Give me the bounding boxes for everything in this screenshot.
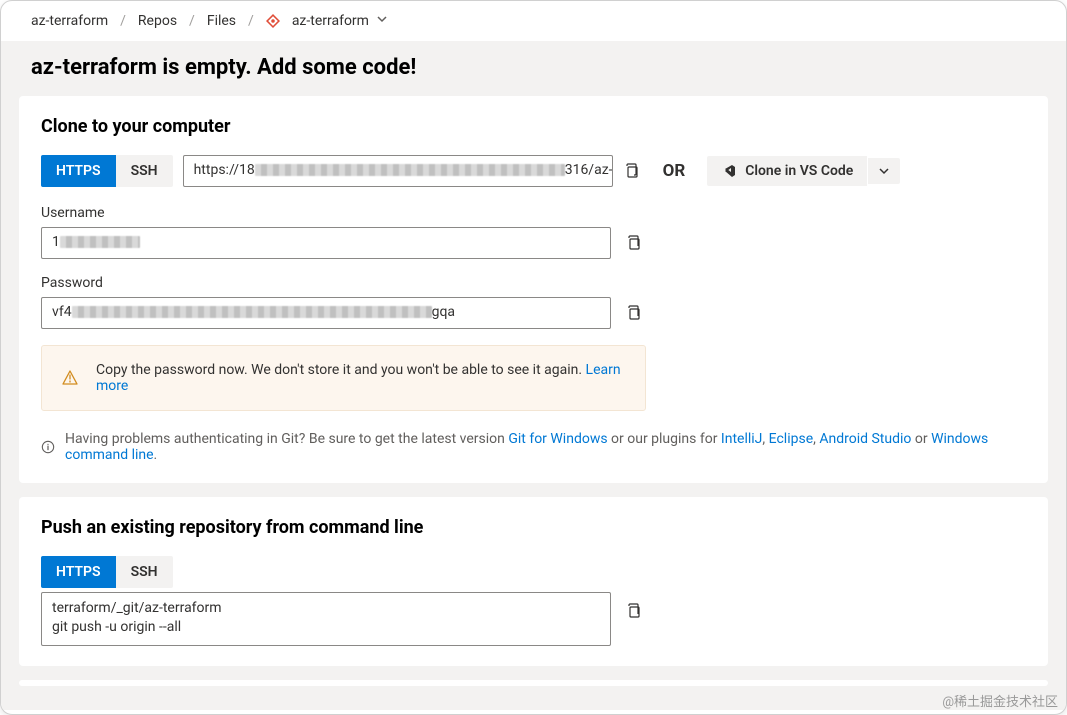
copy-commands-button[interactable] (625, 602, 643, 620)
password-label: Password (41, 275, 1026, 291)
or-divider: OR (663, 161, 686, 181)
clone-vscode-button[interactable]: Clone in VS Code (707, 156, 867, 186)
vscode-icon (721, 163, 737, 179)
breadcrumb-separator: / (248, 13, 254, 29)
username-input[interactable]: 1 (41, 227, 611, 259)
tab-https[interactable]: HTTPS (41, 155, 116, 187)
copy-password-button[interactable] (625, 304, 643, 322)
breadcrumb-repo-label: az-terraform (292, 13, 369, 29)
copy-username-button[interactable] (625, 234, 643, 252)
repo-icon (266, 14, 280, 28)
breadcrumb: az-terraform / Repos / Files / az-terraf… (1, 1, 1066, 41)
clone-vscode-splitbutton: Clone in VS Code (707, 156, 900, 186)
alert-text: Copy the password now. We don't store it… (96, 362, 625, 394)
tab-ssh[interactable]: SSH (116, 556, 173, 588)
breadcrumb-repos[interactable]: Repos (138, 13, 177, 29)
tab-https[interactable]: HTTPS (41, 556, 116, 588)
breadcrumb-project[interactable]: az-terraform (31, 13, 108, 29)
next-card-peek (19, 680, 1048, 686)
tab-ssh[interactable]: SSH (116, 155, 173, 187)
breadcrumb-separator: / (120, 13, 126, 29)
copy-url-button[interactable] (623, 162, 641, 180)
eclipse-link[interactable]: Eclipse (769, 431, 813, 447)
android-studio-link[interactable]: Android Studio (819, 431, 911, 447)
clone-url-input[interactable]: https://18316/az-terraforr (183, 155, 613, 187)
breadcrumb-separator: / (189, 13, 195, 29)
push-card-title: Push an existing repository from command… (41, 517, 1026, 538)
clone-card: Clone to your computer HTTPS SSH https:/… (19, 96, 1048, 483)
password-input[interactable]: vf4gqa (41, 297, 611, 329)
password-alert: Copy the password now. We don't store it… (41, 345, 646, 411)
clone-protocol-tabs: HTTPS SSH (41, 155, 173, 187)
push-protocol-tabs: HTTPS SSH (41, 556, 1026, 588)
intellij-link[interactable]: IntelliJ (721, 431, 762, 447)
clone-card-title: Clone to your computer (41, 116, 1026, 137)
git-windows-link[interactable]: Git for Windows (508, 431, 607, 447)
cmd-line: terraform/_git/az-terraform (52, 599, 600, 618)
watermark: @稀土掘金技术社区 (942, 691, 1058, 710)
redacted-text (255, 164, 565, 176)
clone-vscode-dropdown[interactable] (868, 158, 900, 184)
breadcrumb-repo-dropdown[interactable]: az-terraform (292, 13, 389, 29)
redacted-text (60, 236, 140, 248)
info-icon (41, 440, 55, 454)
auth-info-row: Having problems authenticating in Git? B… (41, 431, 1026, 463)
push-commands-box[interactable]: terraform/_git/az-terraform git push -u … (41, 592, 611, 646)
breadcrumb-files[interactable]: Files (207, 13, 236, 29)
push-card: Push an existing repository from command… (19, 497, 1048, 666)
clone-vscode-label: Clone in VS Code (745, 163, 853, 179)
chevron-down-icon (376, 13, 388, 29)
cmd-line: git push -u origin --all (52, 618, 600, 637)
warning-icon (62, 370, 78, 386)
redacted-text (72, 306, 432, 318)
username-label: Username (41, 205, 1026, 221)
page-title: az-terraform is empty. Add some code! (19, 41, 1048, 96)
